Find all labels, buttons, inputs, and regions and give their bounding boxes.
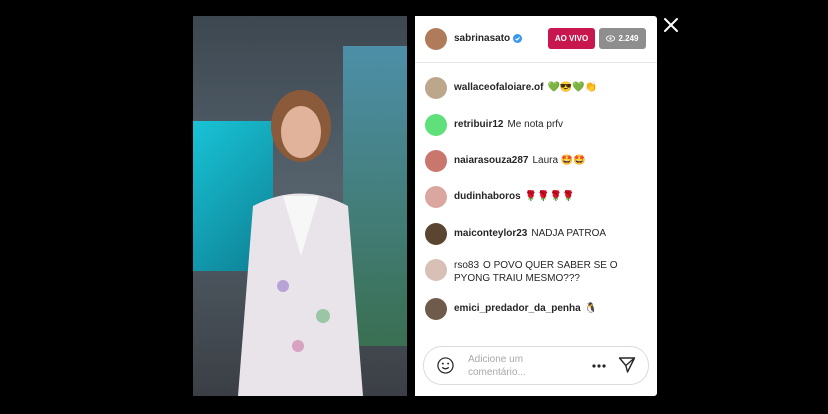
comment-text: 💚😎💚👏 — [547, 82, 598, 93]
emoji-icon[interactable] — [437, 357, 454, 374]
host-figure — [238, 90, 363, 396]
commenter-username[interactable]: retribuir12 — [454, 119, 503, 130]
comment-text: NADJA PATROA — [531, 228, 607, 239]
live-header: sabrinasato AO VIVO 2.249 — [415, 16, 657, 63]
comment-text: Me nota prfv — [507, 119, 564, 130]
commenter-username[interactable]: naiarasouza287 — [454, 155, 529, 166]
more-options-icon[interactable] — [592, 364, 606, 368]
comment-text: 🐧 — [584, 303, 598, 314]
eye-icon — [606, 35, 616, 42]
close-icon[interactable] — [661, 15, 681, 35]
live-badge: AO VIVO — [548, 28, 595, 49]
host-username[interactable]: sabrinasato — [454, 33, 510, 44]
viewer-count: 2.249 — [618, 34, 639, 43]
commenter-avatar[interactable] — [425, 114, 447, 136]
comment-item: rso83 O POVO QUER SABER SE O PYONG TRAIU … — [425, 259, 650, 285]
send-icon[interactable] — [618, 356, 636, 374]
commenter-username[interactable]: rso83 — [454, 260, 479, 271]
live-panel: sabrinasato AO VIVO 2.249 wallaceofaloia… — [415, 16, 657, 396]
commenter-avatar[interactable] — [425, 223, 447, 245]
commenter-username[interactable]: wallaceofaloiare.of — [454, 82, 543, 93]
commenter-avatar[interactable] — [425, 186, 447, 208]
comment-item: wallaceofaloiare.of 💚😎💚👏 — [425, 77, 650, 99]
viewer-count-badge: 2.249 — [599, 28, 646, 49]
comment-input[interactable]: Adicione um comentário... — [468, 353, 548, 379]
comment-item: dudinhaboros 🌹🌹🌹🌹 — [425, 186, 650, 208]
commenter-avatar[interactable] — [425, 150, 447, 172]
live-video[interactable] — [193, 16, 407, 396]
commenter-avatar[interactable] — [425, 77, 447, 99]
host-avatar[interactable] — [425, 28, 447, 50]
comment-item: retribuir12 Me nota prfv — [425, 114, 650, 136]
comment-item: naiarasouza287 Laura 🤩🤩 — [425, 150, 650, 172]
commenter-username[interactable]: emici_predador_da_penha — [454, 303, 581, 314]
comment-text: 🌹🌹🌹🌹 — [524, 191, 575, 202]
commenter-username[interactable]: dudinhaboros — [454, 191, 521, 202]
host-name-row: sabrinasato — [454, 33, 523, 44]
commenter-avatar[interactable] — [425, 298, 447, 320]
comment-item: maiconteylor23 NADJA PATROA — [425, 223, 650, 245]
comment-composer[interactable]: Adicione um comentário... — [423, 346, 649, 385]
comment-text: Laura 🤩🤩 — [532, 155, 586, 166]
comment-item: emici_predador_da_penha 🐧 — [425, 298, 650, 320]
verified-badge-icon — [513, 34, 523, 43]
commenter-username[interactable]: maiconteylor23 — [454, 228, 527, 239]
commenter-avatar[interactable] — [425, 259, 447, 281]
